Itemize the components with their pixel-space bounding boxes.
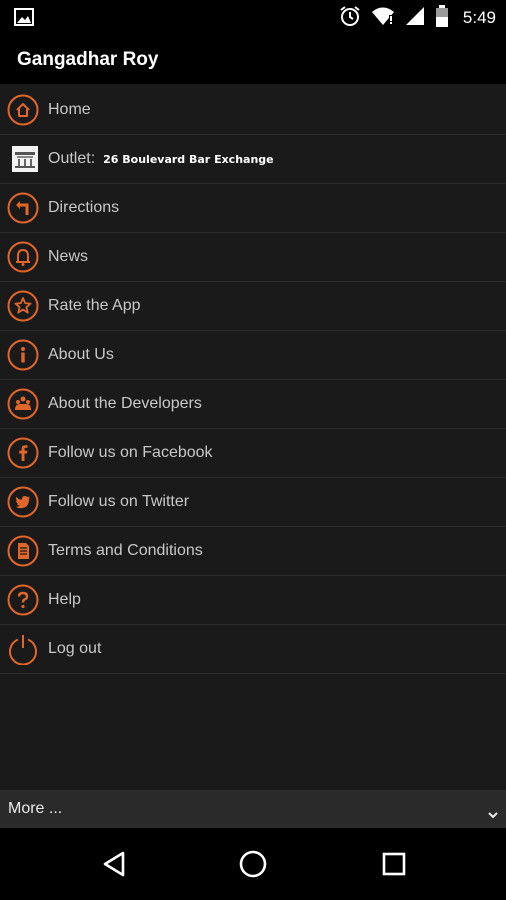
facebook-icon xyxy=(7,437,39,469)
back-icon[interactable] xyxy=(96,846,132,882)
page-title: Gangadhar Roy xyxy=(17,49,159,70)
navigation-menu: Home Outlet: 26 Boulevard Bar Exchange D… xyxy=(0,86,506,674)
more-dropdown[interactable]: More ... xyxy=(0,790,506,828)
power-icon xyxy=(7,633,39,665)
bell-icon xyxy=(7,241,39,273)
menu-item-label: Follow us on Twitter xyxy=(48,493,190,510)
signal-icon xyxy=(405,6,425,30)
menu-item-rate-app[interactable]: Rate the App xyxy=(0,282,506,331)
chevron-down-icon xyxy=(488,804,498,823)
menu-item-label: About the Developers xyxy=(48,395,202,412)
menu-item-label: Help xyxy=(48,591,81,608)
menu-item-about-developers[interactable]: About the Developers xyxy=(0,380,506,429)
menu-item-about-us[interactable]: About Us xyxy=(0,331,506,380)
menu-item-home[interactable]: Home xyxy=(0,86,506,135)
directions-icon xyxy=(7,192,39,224)
menu-item-twitter[interactable]: Follow us on Twitter xyxy=(0,478,506,527)
menu-item-label: Terms and Conditions xyxy=(48,542,203,559)
menu-item-logout[interactable]: Log out xyxy=(0,625,506,674)
menu-item-label: Directions xyxy=(48,199,120,216)
star-icon xyxy=(7,290,39,322)
menu-item-news[interactable]: News xyxy=(0,233,506,282)
menu-item-label: About Us xyxy=(48,346,114,363)
menu-item-directions[interactable]: Directions xyxy=(0,184,506,233)
outlet-label: Outlet: xyxy=(48,150,96,167)
menu-item-terms[interactable]: Terms and Conditions xyxy=(0,527,506,576)
twitter-icon xyxy=(7,486,39,518)
home-icon xyxy=(7,94,39,126)
alarm-icon xyxy=(339,5,361,31)
document-icon xyxy=(7,535,39,567)
outlet-thumbnail xyxy=(12,146,38,172)
developers-icon xyxy=(7,388,39,420)
more-label: More ... xyxy=(8,800,63,817)
menu-item-label: Rate the App xyxy=(48,297,141,314)
info-icon xyxy=(7,339,39,371)
menu-item-label: News xyxy=(48,248,89,265)
action-bar: Gangadhar Roy xyxy=(0,36,506,84)
home-circle-icon[interactable] xyxy=(235,846,271,882)
wifi-icon xyxy=(371,6,395,30)
image-notification-icon xyxy=(14,8,34,26)
menu-item-help[interactable]: Help xyxy=(0,576,506,625)
menu-item-label: Home xyxy=(48,101,91,118)
menu-item-label: Log out xyxy=(48,640,102,657)
menu-item-facebook[interactable]: Follow us on Facebook xyxy=(0,429,506,478)
help-icon xyxy=(7,584,39,616)
outlet-name: 26 Boulevard Bar Exchange xyxy=(103,152,274,166)
battery-icon xyxy=(435,5,449,31)
system-navigation-bar xyxy=(0,828,506,900)
status-bar: 5:49 xyxy=(0,0,506,36)
menu-item-label: Follow us on Facebook xyxy=(48,444,213,461)
menu-item-outlet[interactable]: Outlet: 26 Boulevard Bar Exchange xyxy=(0,135,506,184)
clock-time: 5:49 xyxy=(462,8,496,27)
recents-icon[interactable] xyxy=(376,846,412,882)
